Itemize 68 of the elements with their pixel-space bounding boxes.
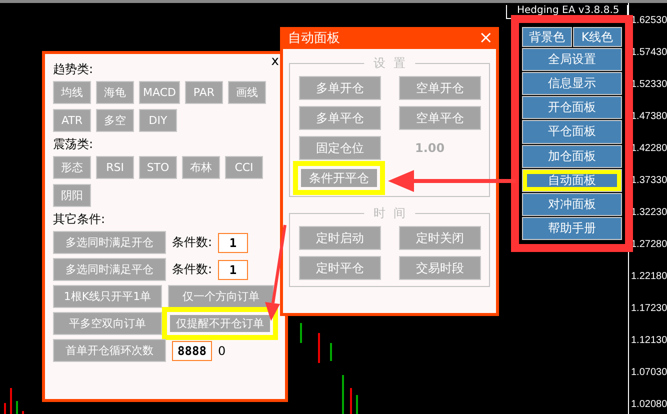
- option-button[interactable]: 多选同时满足开仓: [53, 231, 166, 254]
- option-button[interactable]: 首单开仓循环次数: [53, 339, 166, 362]
- indicator-button[interactable]: 均线: [53, 81, 91, 104]
- action-button[interactable]: 定时关闭: [399, 226, 481, 250]
- price-label: 1.12130: [630, 334, 667, 348]
- indicator-button[interactable]: STO: [139, 156, 177, 179]
- section-heading: 其它条件:: [53, 211, 106, 227]
- price-label: 1.47380: [630, 110, 667, 124]
- indicator-button[interactable]: RSI: [96, 156, 134, 179]
- indicator-button[interactable]: 形态: [53, 156, 91, 179]
- option-button[interactable]: 仅一个方向订单: [168, 285, 274, 308]
- price-label: 1.17230: [630, 302, 667, 316]
- menu-item[interactable]: 自动面板: [522, 168, 622, 192]
- option-button[interactable]: 仅提醒不开仓订单: [162, 307, 278, 340]
- lot-value: 1.00: [414, 140, 446, 157]
- close-button[interactable]: ×: [478, 28, 493, 48]
- loop-count-input[interactable]: 8888: [172, 340, 212, 360]
- indicator-button[interactable]: 画线: [228, 81, 266, 104]
- price-label: 1.32230: [630, 206, 667, 220]
- indicator-button[interactable]: ATR: [53, 109, 91, 132]
- price-label: 1.27280: [630, 238, 667, 252]
- color-button[interactable]: 背景色: [522, 27, 572, 47]
- action-button[interactable]: 条件开平仓: [293, 161, 385, 195]
- indicator-button[interactable]: 阴阳: [53, 184, 91, 207]
- action-button[interactable]: 多单平仓: [299, 106, 381, 130]
- menu-item[interactable]: 开仓面板: [522, 96, 622, 120]
- price-label: 1.37330: [630, 174, 667, 188]
- option-button[interactable]: 多选同时满足平仓: [53, 258, 166, 281]
- option-button[interactable]: 平多空双向订单: [53, 312, 162, 335]
- menu-item[interactable]: 帮助手册: [522, 216, 622, 240]
- action-button[interactable]: 多单开仓: [299, 76, 381, 100]
- indicator-button[interactable]: 布林: [182, 156, 220, 179]
- menu-item[interactable]: 加仓面板: [522, 144, 622, 168]
- price-label: 1.52330: [630, 78, 667, 92]
- indicator-button[interactable]: 多空: [96, 109, 134, 132]
- close-button[interactable]: x: [271, 54, 279, 69]
- price-label: 1.22180: [630, 270, 667, 284]
- count-label: 条件数:: [172, 234, 212, 251]
- action-button[interactable]: 空单平仓: [399, 106, 481, 130]
- menu-item[interactable]: 信息显示: [522, 72, 622, 96]
- price-label: 1.02080: [630, 398, 667, 412]
- count-input[interactable]: 1: [218, 260, 248, 280]
- section-heading: 震荡类:: [53, 136, 94, 152]
- menu-item[interactable]: 对冲面板: [522, 192, 622, 216]
- indicator-button[interactable]: PAR: [184, 81, 223, 104]
- color-button[interactable]: K线色: [572, 27, 622, 47]
- count-input[interactable]: 1: [218, 232, 248, 252]
- indicator-button[interactable]: 海龟: [96, 81, 134, 104]
- action-button[interactable]: 定时启动: [299, 226, 381, 250]
- menu-item[interactable]: 全局设置: [522, 48, 622, 72]
- price-label: 1.42280: [630, 142, 667, 156]
- action-button[interactable]: 交易时段: [399, 256, 481, 280]
- menu-item[interactable]: 平仓面板: [522, 120, 622, 144]
- price-label: 1.07030: [630, 366, 667, 380]
- action-button[interactable]: 空单开仓: [399, 76, 481, 100]
- action-button[interactable]: 定时平仓: [299, 256, 381, 280]
- indicator-button[interactable]: MACD: [139, 81, 180, 104]
- panel-title: 自动面板: [288, 30, 340, 47]
- loop-count-value: 0: [218, 344, 226, 358]
- price-label: 1.57430: [630, 46, 667, 60]
- indicator-button[interactable]: CCI: [225, 156, 263, 179]
- action-button[interactable]: 固定仓位: [299, 136, 381, 160]
- group-legend: 时 间: [364, 205, 416, 222]
- section-heading: 趋势类:: [53, 61, 94, 77]
- indicator-button[interactable]: DIY: [139, 109, 177, 132]
- option-button[interactable]: 1根K线只开平1单: [53, 285, 162, 308]
- price-label: 1.62530: [630, 14, 667, 28]
- count-label: 条件数:: [172, 261, 212, 278]
